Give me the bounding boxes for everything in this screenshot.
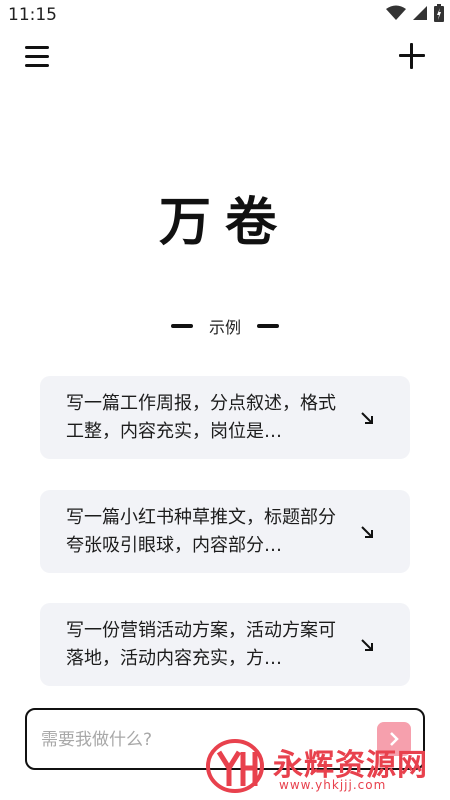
chevron-right-icon (390, 732, 399, 746)
menu-button[interactable] (25, 46, 49, 68)
add-icon[interactable] (398, 42, 426, 70)
signal-icon (413, 6, 427, 20)
status-bar: 11:15 (0, 0, 450, 30)
examples-header: 示例 (0, 314, 450, 338)
prompt-input-box (25, 708, 425, 770)
example-text: 写一篇小红书种草推文，标题部分夸张吸引眼球，内容部分… (66, 507, 336, 556)
send-button[interactable] (377, 722, 411, 756)
arrow-down-right-icon (361, 412, 373, 424)
app-bar (0, 34, 450, 82)
status-icons (386, 4, 444, 22)
example-card[interactable]: 写一份营销活动方案，活动方案可落地，活动内容充实，方… (40, 603, 410, 686)
arrow-down-right-icon (361, 526, 373, 538)
app-logo-title: 万卷 (158, 192, 291, 253)
divider-right (257, 324, 279, 328)
examples-label: 示例 (208, 318, 241, 337)
divider-left (170, 324, 193, 328)
watermark-url: www.yhkjjj.com (279, 778, 387, 792)
arrow-down-right-icon (361, 639, 373, 651)
example-text: 写一份营销活动方案，活动方案可落地，活动内容充实，方… (66, 620, 336, 669)
example-text: 写一篇工作周报，分点叙述，格式工整，内容充实，岗位是… (66, 393, 336, 442)
prompt-input[interactable] (39, 724, 363, 756)
example-card[interactable]: 写一篇工作周报，分点叙述，格式工整，内容充实，岗位是… (40, 376, 410, 459)
status-time: 11:15 (8, 5, 57, 25)
example-card[interactable]: 写一篇小红书种草推文，标题部分夸张吸引眼球，内容部分… (40, 490, 410, 573)
battery-icon (434, 4, 444, 22)
wifi-icon (386, 5, 406, 20)
